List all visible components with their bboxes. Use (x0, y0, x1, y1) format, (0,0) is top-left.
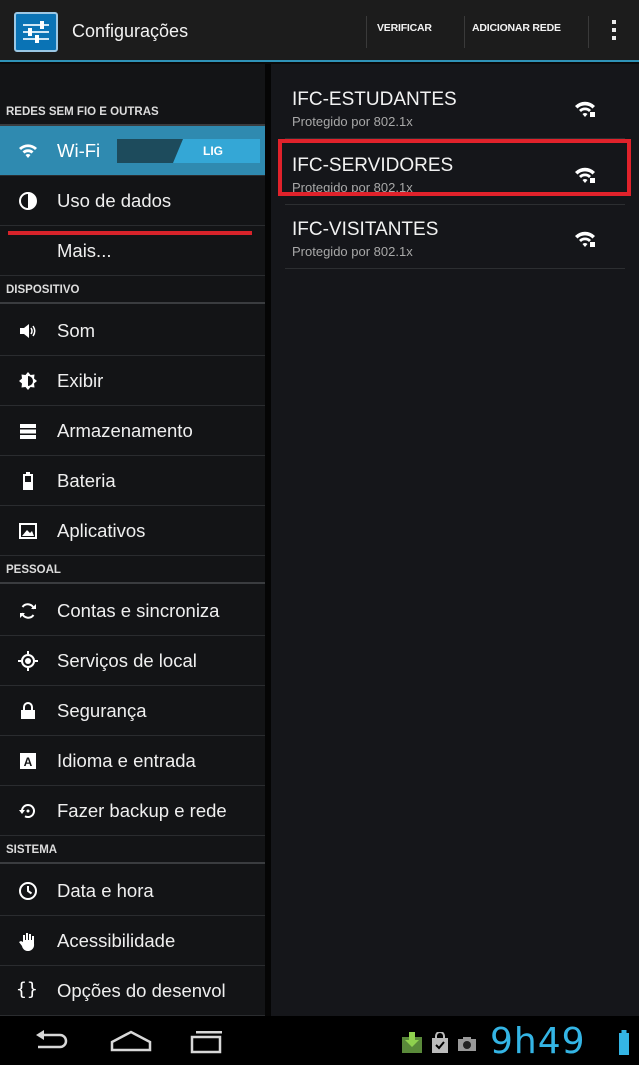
network-item[interactable]: IFC-VISITANTES Protegido por 802.1x (271, 202, 639, 268)
storage-icon (18, 421, 38, 441)
sidebar-item-location[interactable]: Serviços de local (0, 636, 265, 686)
sidebar-item-label: Acessibilidade (57, 930, 176, 951)
toggle-state: LIG (203, 144, 223, 158)
wifi-icon (18, 141, 38, 161)
speaker-icon (18, 321, 38, 341)
camera-icon (457, 1036, 477, 1057)
apps-icon (18, 521, 38, 541)
divider (588, 16, 589, 48)
overflow-menu-icon[interactable] (608, 20, 620, 48)
keyboard-icon: A (18, 751, 38, 771)
sidebar-item-sound[interactable]: Som (0, 306, 265, 356)
sidebar-item-label: Armazenamento (57, 420, 193, 441)
divider (366, 16, 367, 48)
status-clock: 9h49 (490, 1021, 586, 1062)
battery-icon (618, 1030, 630, 1061)
app-title: Configurações (72, 21, 189, 41)
sidebar-item-label: Mais... (57, 240, 112, 261)
sidebar-item-label: Idioma e entrada (57, 750, 196, 771)
section-header: REDES SEM FIO E OUTRAS (6, 106, 159, 118)
hand-icon (18, 931, 38, 952)
annotation-highlight-box (278, 139, 631, 196)
home-icon[interactable] (108, 1028, 154, 1059)
download-icon (400, 1031, 424, 1060)
wifi-locked-icon (574, 100, 596, 123)
wifi-network-list: IFC-ESTUDANTES Protegido por 802.1x IFC-… (271, 64, 639, 1016)
section-header: SISTEMA (6, 844, 58, 856)
network-ssid: IFC-VISITANTES (292, 219, 439, 240)
sidebar-item-label: Data e hora (57, 880, 154, 901)
action-bar: Configurações VERIFICAR ADICIONAR REDE (0, 0, 639, 62)
divider (464, 16, 465, 48)
lock-icon (18, 701, 38, 721)
sidebar-item-data-usage[interactable]: Uso de dados (0, 176, 265, 226)
recent-apps-icon[interactable] (186, 1028, 226, 1059)
section-header: DISPOSITIVO (6, 284, 80, 296)
wifi-locked-icon (574, 230, 596, 253)
network-item[interactable]: IFC-ESTUDANTES Protegido por 802.1x (271, 72, 639, 138)
sidebar-item-label: Segurança (57, 700, 147, 721)
settings-sliders-icon[interactable] (14, 12, 58, 52)
sidebar-item-apps[interactable]: Aplicativos (0, 506, 265, 556)
settings-sidebar: REDES SEM FIO E OUTRAS Wi-Fi LIG Uso de … (0, 64, 265, 1016)
sidebar-item-battery[interactable]: Bateria (0, 456, 265, 506)
section-divider (0, 582, 265, 584)
sidebar-item-wifi[interactable]: Wi-Fi LIG (0, 126, 265, 176)
brightness-icon (18, 371, 38, 391)
sidebar-item-label: Contas e sincroniza (57, 600, 220, 621)
backup-icon (18, 801, 38, 821)
verify-button[interactable]: VERIFICAR (377, 22, 432, 34)
wifi-toggle[interactable]: LIG (117, 139, 260, 163)
annotation-underline (8, 231, 252, 235)
location-icon (18, 651, 38, 671)
sidebar-item-accessibility[interactable]: Acessibilidade (0, 916, 265, 966)
sidebar-item-language-input[interactable]: A Idioma e entrada (0, 736, 265, 786)
section-header: PESSOAL (6, 564, 61, 576)
svg-text:A: A (24, 755, 33, 769)
add-network-button[interactable]: ADICIONAR REDE (472, 22, 561, 34)
sidebar-item-label: Wi-Fi (57, 140, 101, 161)
sidebar-item-label: Exibir (57, 370, 104, 391)
sidebar-item-storage[interactable]: Armazenamento (0, 406, 265, 456)
battery-icon (18, 471, 38, 491)
network-ssid: IFC-ESTUDANTES (292, 89, 457, 110)
sidebar-item-display[interactable]: Exibir (0, 356, 265, 406)
sidebar-item-label: Serviços de local (57, 650, 197, 671)
list-separator (285, 268, 625, 269)
sidebar-item-label: Som (57, 320, 96, 341)
sync-icon (18, 601, 38, 621)
braces-icon: {} (16, 979, 38, 1000)
back-icon[interactable] (30, 1028, 74, 1059)
sidebar-item-security[interactable]: Segurança (0, 686, 265, 736)
sidebar-item-label: Fazer backup e rede (57, 800, 227, 821)
sidebar-item-accounts-sync[interactable]: Contas e sincroniza (0, 586, 265, 636)
sidebar-item-label: Uso de dados (57, 190, 172, 211)
shopping-bag-icon (430, 1031, 450, 1059)
sidebar-item-label: Bateria (57, 470, 116, 491)
clock-icon (18, 881, 38, 901)
sidebar-item-developer-options[interactable]: {} Opções do desenvol (0, 966, 265, 1016)
data-usage-icon (18, 191, 38, 211)
network-security: Protegido por 802.1x (292, 114, 413, 129)
sidebar-item-label: Aplicativos (57, 520, 146, 541)
network-security: Protegido por 802.1x (292, 244, 413, 259)
sidebar-item-label: Opções do desenvol (57, 980, 226, 1001)
sidebar-item-backup-reset[interactable]: Fazer backup e rede (0, 786, 265, 836)
section-divider (0, 302, 265, 304)
sidebar-item-date-time[interactable]: Data e hora (0, 866, 265, 916)
section-divider (0, 862, 265, 864)
